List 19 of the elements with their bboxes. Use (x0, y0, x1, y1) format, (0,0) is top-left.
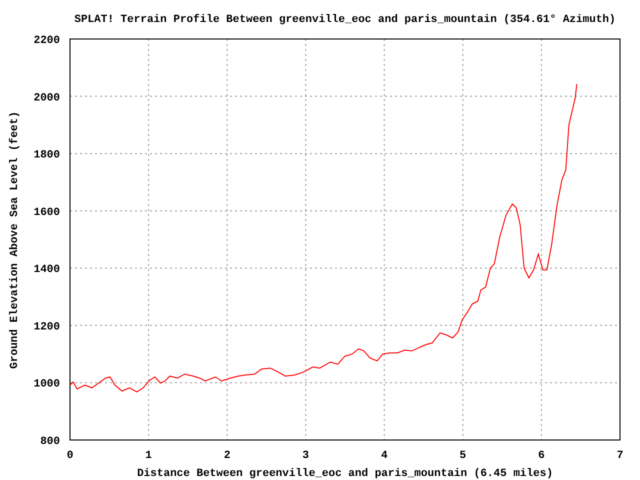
tick-label: 2000 (34, 92, 60, 104)
tick-label: 6 (538, 450, 545, 462)
axis-label: Distance Between greenville_eoc and paris_mountain (6.45 miles) (137, 468, 553, 480)
tick-label: 2200 (34, 35, 60, 47)
tick-label: 1200 (34, 321, 60, 334)
tick-label: 4 (380, 450, 388, 462)
tick-label: 1600 (34, 206, 60, 219)
tick-label: 1800 (34, 150, 60, 162)
tick-label: 5 (460, 450, 466, 462)
tick-label: 0 (66, 450, 74, 462)
chart-title: SPLAT! Terrain Profile Between greenville_eoc and paris_mountain (354.61° Azimuth) (74, 14, 616, 26)
axis-label: Ground Elevation Above Sea Level (feet) (9, 111, 21, 369)
tick-label: 1400 (34, 264, 60, 276)
tick-label: 800 (40, 436, 60, 448)
tick-label: 1000 (34, 378, 60, 391)
tick-label: 1 (145, 450, 152, 462)
tick-label: 3 (302, 450, 310, 462)
tick-label: 2 (224, 450, 230, 462)
tick-label: 7 (616, 450, 624, 462)
